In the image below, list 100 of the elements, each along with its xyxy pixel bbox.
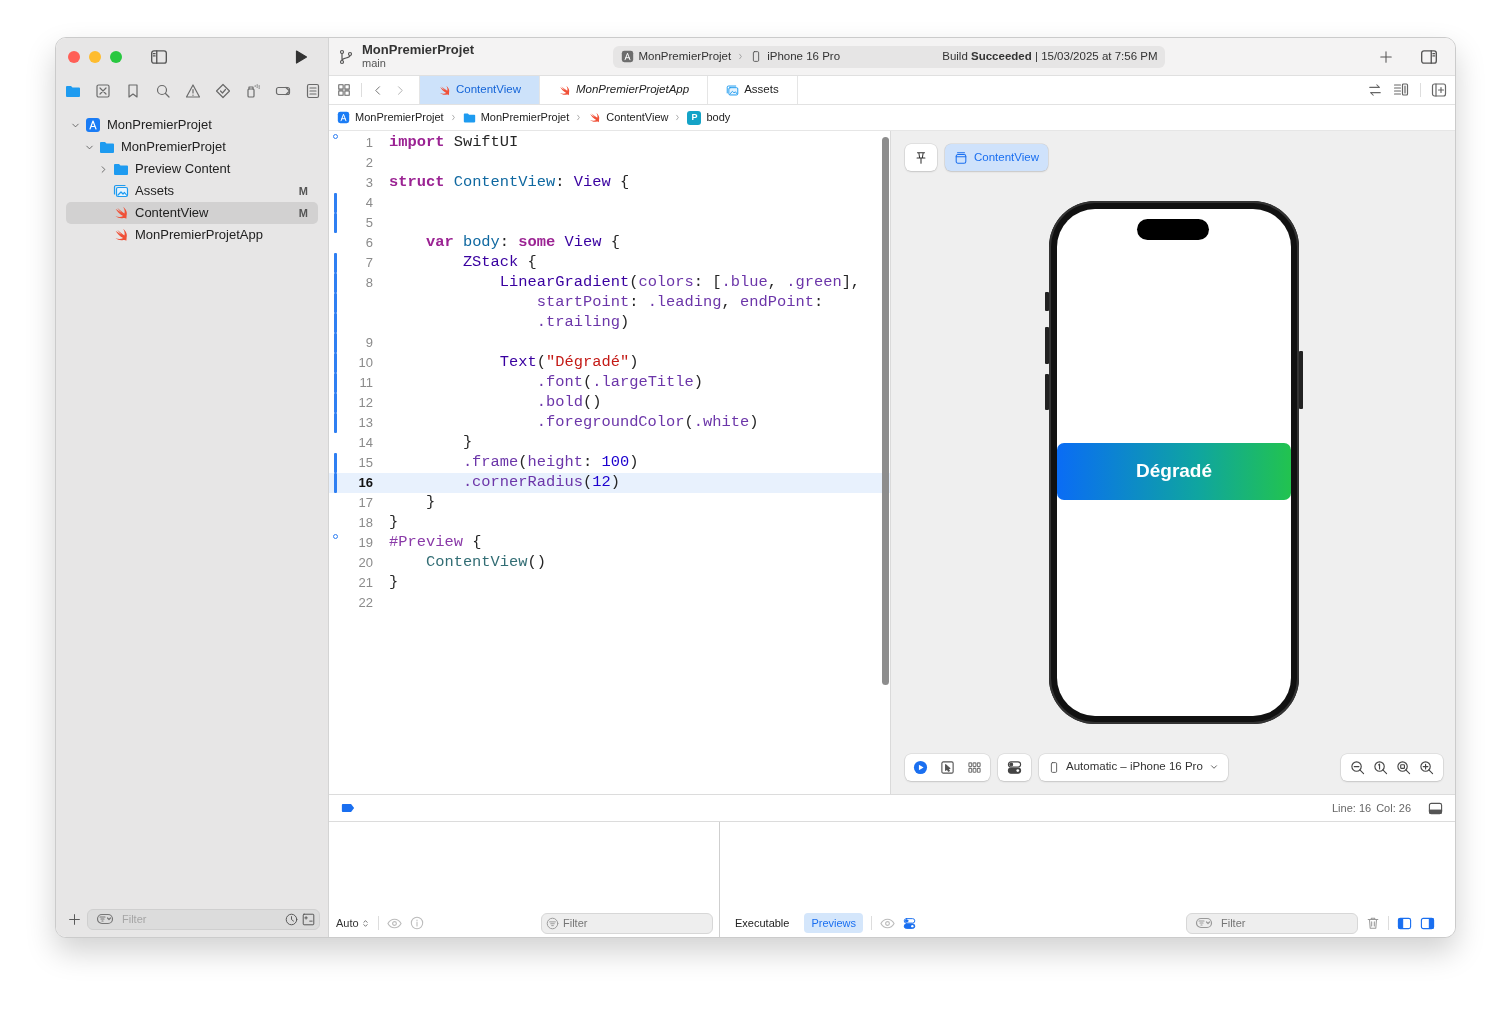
bird-icon xyxy=(588,111,602,124)
tree-item[interactable]: ContentView M xyxy=(66,202,318,224)
code-line: struct ContentView: View { xyxy=(389,172,630,194)
grid-icon[interactable] xyxy=(337,83,351,97)
tag-icon[interactable] xyxy=(340,801,356,815)
path-item[interactable]: MonPremierProjet xyxy=(355,109,444,126)
item-label: MonPremierProjet xyxy=(121,138,226,157)
minimap-icon[interactable] xyxy=(1392,82,1410,98)
tree-item[interactable]: MonPremierProjet xyxy=(66,114,318,136)
add-icon[interactable] xyxy=(68,912,81,926)
toggles-icon[interactable] xyxy=(903,916,917,930)
swap-arrows-icon[interactable] xyxy=(1368,83,1382,97)
line-number: 19 xyxy=(357,534,373,553)
line-number: 17 xyxy=(357,494,373,513)
source-filter-tab[interactable]: Executable xyxy=(728,912,797,934)
spray-can-icon[interactable] xyxy=(245,82,261,99)
line-number: 11 xyxy=(358,374,373,393)
scheme-name[interactable]: MonPremierProjet xyxy=(638,47,732,66)
chevron-down-icon xyxy=(1208,762,1219,772)
trash-icon[interactable] xyxy=(1366,916,1380,930)
line-number: 10 xyxy=(357,354,373,373)
scrollbar[interactable] xyxy=(882,137,889,685)
close-button[interactable] xyxy=(68,51,80,63)
warning-icon[interactable] xyxy=(185,82,201,99)
path-item[interactable]: MonPremierProjet xyxy=(480,109,570,126)
code-line: .foregroundColor(.white) xyxy=(535,412,759,434)
panel-toggle-icon[interactable] xyxy=(1428,800,1443,816)
left-panel-icon[interactable] xyxy=(1397,915,1412,931)
sidebar-toggle-icon[interactable] xyxy=(149,48,169,66)
add-editor-icon[interactable] xyxy=(1431,82,1447,98)
source-filter-tab[interactable]: Previews xyxy=(804,912,864,934)
code-line: .bold() xyxy=(535,392,602,414)
line-number: 2 xyxy=(364,154,373,173)
code-line: #Preview { xyxy=(389,532,482,554)
folder-icon xyxy=(462,111,476,124)
device-menu[interactable]: Automatic – iPhone 16 Pro xyxy=(1039,753,1228,781)
line-number: 7 xyxy=(364,254,373,273)
bookmark-icon[interactable] xyxy=(125,82,141,99)
line-number: 8 xyxy=(364,274,373,293)
zoom-in-icon[interactable] xyxy=(1419,759,1434,775)
cursor-icon[interactable] xyxy=(940,759,955,775)
preview-tab[interactable]: ContentView xyxy=(945,144,1048,171)
line-number: 4 xyxy=(364,194,373,213)
branch-icon xyxy=(338,48,354,65)
app-icon xyxy=(620,50,634,63)
tree-item[interactable]: MonPremierProjet xyxy=(66,136,318,158)
property-icon: P xyxy=(687,110,702,125)
zoom-out-icon[interactable] xyxy=(1350,759,1365,775)
line-number: 5 xyxy=(364,214,373,233)
zoom-fit-icon[interactable] xyxy=(1396,759,1411,775)
item-label: MonPremierProjetApp xyxy=(135,226,263,245)
code-line: .frame(height: 100) xyxy=(461,452,639,474)
x-square-icon[interactable] xyxy=(95,82,111,99)
live-play-icon[interactable] xyxy=(913,759,928,775)
scope-menu[interactable]: Auto xyxy=(336,914,359,932)
up-down-icon[interactable] xyxy=(360,917,370,929)
camera-notch xyxy=(1137,218,1209,240)
diamond-check-icon[interactable] xyxy=(215,82,231,99)
image-stack-icon xyxy=(113,183,129,199)
editor-tab[interactable]: ContentView xyxy=(420,76,540,104)
pin-button[interactable] xyxy=(905,144,937,171)
image-stack-icon xyxy=(726,83,740,97)
project-title: MonPremierProjet xyxy=(362,43,474,57)
destination-name[interactable]: iPhone 16 Pro xyxy=(767,47,841,66)
item-label: Assets xyxy=(135,182,174,201)
filter-field[interactable]: Filter xyxy=(1186,912,1358,934)
settings-button[interactable] xyxy=(998,753,1031,781)
grid-icon[interactable] xyxy=(967,759,982,775)
filter-input[interactable]: Filter xyxy=(563,914,708,932)
actual-size-icon[interactable] xyxy=(1373,759,1388,775)
line-number: 12 xyxy=(357,394,373,413)
code-line: var body: some View { xyxy=(424,232,620,254)
tree-item[interactable]: MonPremierProjetApp xyxy=(66,224,318,246)
play-icon[interactable] xyxy=(293,49,309,65)
bird-icon xyxy=(113,205,129,221)
code-line: ContentView() xyxy=(424,552,547,574)
tree-item[interactable]: Preview Content xyxy=(66,158,318,180)
right-panel-icon[interactable] xyxy=(1420,915,1435,931)
filter-input[interactable]: Filter xyxy=(1221,914,1353,932)
inspector-toggle-icon[interactable] xyxy=(1419,47,1439,66)
plus-minus-icon[interactable] xyxy=(302,912,315,926)
path-item[interactable]: ContentView xyxy=(606,109,669,126)
filter-field[interactable]: Filter xyxy=(541,912,713,934)
code-line: .trailing) xyxy=(535,312,630,334)
code-line: } xyxy=(389,512,399,534)
pin-icon xyxy=(914,150,928,165)
line-number: 22 xyxy=(357,594,373,613)
banner-text: Dégradé xyxy=(1136,458,1212,483)
tree-item[interactable]: Assets M xyxy=(66,180,318,202)
add-icon[interactable] xyxy=(1379,49,1393,64)
path-item[interactable]: body xyxy=(706,109,731,126)
line-number: 15 xyxy=(357,454,373,473)
line-number: 18 xyxy=(357,514,373,533)
search-icon[interactable] xyxy=(155,82,171,99)
list-document-icon[interactable] xyxy=(305,82,321,99)
clock-icon[interactable] xyxy=(285,912,298,926)
item-label: Preview Content xyxy=(135,160,231,179)
branch-name: main xyxy=(362,57,387,70)
code-line: .cornerRadius(12) xyxy=(461,472,620,494)
line-indicator: Line: 16 xyxy=(1332,800,1372,816)
